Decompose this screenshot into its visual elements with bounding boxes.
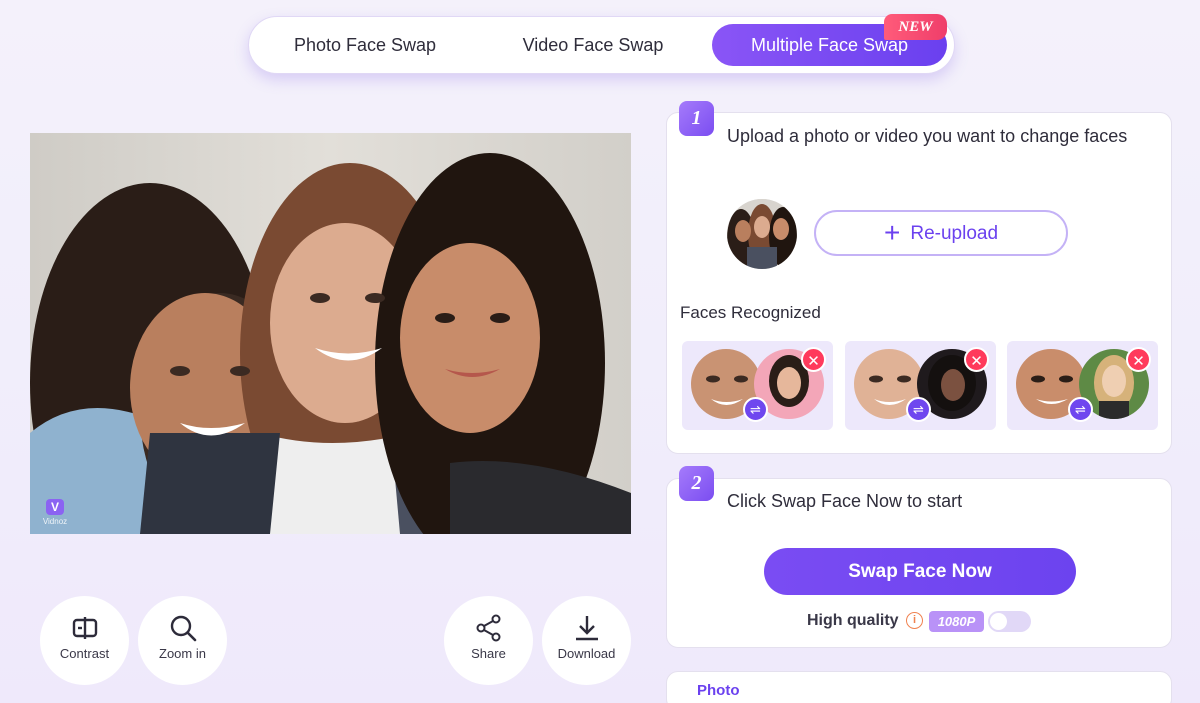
swap-arrows-icon[interactable]: ⇌ <box>1068 397 1093 422</box>
info-icon[interactable]: i <box>906 612 923 629</box>
face-pair: ✕ ⇌ <box>1007 341 1158 430</box>
remove-face-button[interactable]: ✕ <box>1126 347 1151 372</box>
zoom-in-button[interactable]: Zoom in <box>138 596 227 685</box>
step-2-badge: 2 <box>679 466 714 501</box>
watermark: V Vidnoz <box>40 499 70 526</box>
thumbnail-image <box>727 199 797 269</box>
plus-icon: + <box>883 217 901 248</box>
photo-preview: V Vidnoz <box>30 133 631 534</box>
download-icon <box>576 616 598 641</box>
new-badge: NEW <box>884 14 947 40</box>
toggle-knob <box>990 613 1007 630</box>
watermark-text: Vidnoz <box>42 517 68 526</box>
swap-panel: Click Swap Face Now to start Swap Face N… <box>666 478 1172 648</box>
zoom-in-label: Zoom in <box>159 646 206 661</box>
swap-arrows-icon[interactable]: ⇌ <box>906 397 931 422</box>
tab-video-face-swap[interactable]: Video Face Swap <box>489 24 697 66</box>
upload-instruction: Upload a photo or video you want to chan… <box>727 126 1128 146</box>
share-label: Share <box>471 646 506 661</box>
step-1-badge: 1 <box>679 101 714 136</box>
re-upload-label: Re-upload <box>910 223 999 244</box>
resolution-badge: 1080P <box>929 611 984 632</box>
tab-photo-face-swap[interactable]: Photo Face Swap <box>261 24 469 66</box>
contrast-icon <box>72 617 98 639</box>
zoom-in-icon <box>170 615 197 642</box>
swap-arrows-icon[interactable]: ⇌ <box>743 397 768 422</box>
upload-panel: Upload a photo or video you want to chan… <box>666 112 1172 454</box>
face-pair: ✕ ⇌ <box>845 341 996 430</box>
uploaded-thumbnail[interactable] <box>727 199 797 269</box>
group-photo-illustration <box>30 133 631 534</box>
output-type-label: Photo <box>697 682 740 699</box>
download-button[interactable]: Download <box>542 596 631 685</box>
swap-face-now-button[interactable]: Swap Face Now <box>764 548 1076 595</box>
swap-instruction: Click Swap Face Now to start <box>727 491 963 511</box>
high-quality-toggle[interactable] <box>988 611 1031 632</box>
face-swap-tabs: Photo Face Swap Video Face Swap Multiple… <box>248 14 955 74</box>
face-pair: ✕ ⇌ <box>682 341 833 430</box>
faces-recognized-label: Faces Recognized <box>680 303 821 322</box>
share-button[interactable]: Share <box>444 596 533 685</box>
remove-face-button[interactable]: ✕ <box>964 347 989 372</box>
download-label: Download <box>557 646 616 661</box>
remove-face-button[interactable]: ✕ <box>801 347 826 372</box>
high-quality-label: High quality <box>807 612 899 629</box>
output-panel: Photo <box>666 671 1172 703</box>
share-icon <box>476 614 501 642</box>
watermark-logo-icon: V <box>46 499 64 515</box>
contrast-label: Contrast <box>59 646 110 661</box>
contrast-button[interactable]: Contrast <box>40 596 129 685</box>
re-upload-button[interactable]: + Re-upload <box>814 210 1068 256</box>
